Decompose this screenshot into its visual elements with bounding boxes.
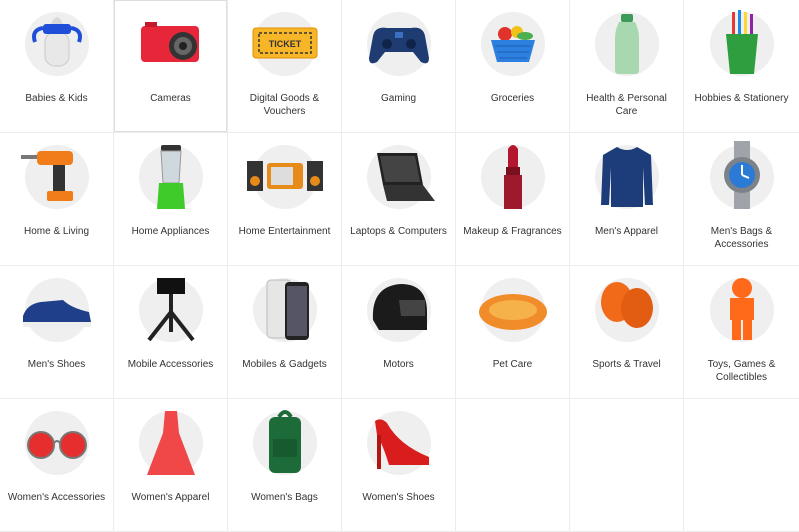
lipstick-icon: [473, 139, 553, 211]
category-digital-goods[interactable]: TICKET Digital Goods & Vouchers: [228, 0, 342, 133]
category-label: Makeup & Fragrances: [463, 226, 562, 237]
category-mens-shoes[interactable]: Men's Shoes: [0, 266, 114, 399]
power-drill-icon: [17, 139, 97, 211]
category-label: Cameras: [150, 93, 191, 104]
category-label: Health & Personal Care: [586, 93, 667, 117]
category-label: Women's Apparel: [131, 492, 210, 503]
laptop-icon: [359, 139, 439, 211]
category-label: Mobile Accessories: [127, 359, 214, 370]
category-motors[interactable]: Motors: [342, 266, 456, 399]
category-label: Digital Goods & Vouchers: [249, 93, 320, 117]
category-home-appliances[interactable]: Home Appliances: [114, 133, 228, 266]
category-womens-accessories[interactable]: Women's Accessories: [0, 399, 114, 532]
pencil-cup-icon: [702, 6, 782, 78]
boxing-gloves-icon: [587, 272, 667, 344]
empty-cell: [684, 399, 799, 532]
category-pet-care[interactable]: Pet Care: [456, 266, 570, 399]
category-label: Home Appliances: [131, 226, 210, 237]
category-grid: Babies & Kids Cameras TICKET Digital Goo…: [0, 0, 799, 532]
wristwatch-icon: [702, 139, 782, 211]
category-toys[interactable]: Toys, Games & Collectibles: [684, 266, 799, 399]
dress-icon: [131, 405, 211, 477]
category-makeup[interactable]: Makeup & Fragrances: [456, 133, 570, 266]
helmet-icon: [359, 272, 439, 344]
baby-bottle-icon: [17, 6, 97, 78]
sneaker-icon: [17, 272, 97, 344]
high-heel-icon: [359, 405, 439, 477]
lotion-bottle-icon: [587, 6, 667, 78]
svg-text:TICKET: TICKET: [268, 39, 301, 49]
category-sports[interactable]: Sports & Travel: [570, 266, 684, 399]
category-label: Men's Apparel: [594, 226, 659, 237]
empty-cell: [456, 399, 570, 532]
category-label: Pet Care: [492, 359, 533, 370]
category-hobbies[interactable]: Hobbies & Stationery: [684, 0, 799, 133]
ticket-icon: TICKET: [245, 6, 325, 78]
category-label: Groceries: [490, 93, 535, 104]
category-label: Gaming: [380, 93, 416, 104]
category-label: Men's Shoes: [27, 359, 86, 370]
backpack-icon: [245, 405, 325, 477]
gamepad-icon: [359, 6, 439, 78]
category-label: Home Entertainment: [238, 226, 331, 237]
category-home-living[interactable]: Home & Living: [0, 133, 114, 266]
category-label: Men's Bags & Accessories: [710, 226, 773, 250]
category-womens-apparel[interactable]: Women's Apparel: [114, 399, 228, 532]
category-mobiles[interactable]: Mobiles & Gadgets: [228, 266, 342, 399]
category-label: Babies & Kids: [25, 93, 88, 104]
category-label: Laptops & Computers: [350, 226, 447, 237]
category-label: Mobiles & Gadgets: [242, 359, 327, 370]
empty-cell: [570, 399, 684, 532]
tripod-icon: [131, 272, 211, 344]
category-label: Women's Accessories: [7, 492, 106, 503]
category-groceries[interactable]: Groceries: [456, 0, 570, 133]
category-health[interactable]: Health & Personal Care: [570, 0, 684, 133]
category-label: Women's Bags: [251, 492, 318, 503]
category-womens-shoes[interactable]: Women's Shoes: [342, 399, 456, 532]
category-gaming[interactable]: Gaming: [342, 0, 456, 133]
category-babies-kids[interactable]: Babies & Kids: [0, 0, 114, 133]
grocery-basket-icon: [473, 6, 553, 78]
category-laptops[interactable]: Laptops & Computers: [342, 133, 456, 266]
sweater-icon: [587, 139, 667, 211]
category-cameras[interactable]: Cameras: [114, 0, 228, 133]
category-label: Hobbies & Stationery: [694, 93, 789, 104]
camera-icon: [131, 6, 211, 78]
category-mens-apparel[interactable]: Men's Apparel: [570, 133, 684, 266]
category-mobile-accessories[interactable]: Mobile Accessories: [114, 266, 228, 399]
category-label: Women's Shoes: [362, 492, 435, 503]
category-label: Toys, Games & Collectibles: [707, 359, 776, 383]
category-label: Sports & Travel: [592, 359, 661, 370]
pet-bed-icon: [473, 272, 553, 344]
speakers-tv-icon: [245, 139, 325, 211]
smartphone-icon: [245, 272, 325, 344]
category-label: Home & Living: [23, 226, 90, 237]
category-label: Motors: [383, 359, 414, 370]
category-womens-bags[interactable]: Women's Bags: [228, 399, 342, 532]
sunglasses-icon: [17, 405, 97, 477]
category-home-entertainment[interactable]: Home Entertainment: [228, 133, 342, 266]
toy-figure-icon: [702, 272, 782, 344]
blender-icon: [131, 139, 211, 211]
category-mens-bags[interactable]: Men's Bags & Accessories: [684, 133, 799, 266]
